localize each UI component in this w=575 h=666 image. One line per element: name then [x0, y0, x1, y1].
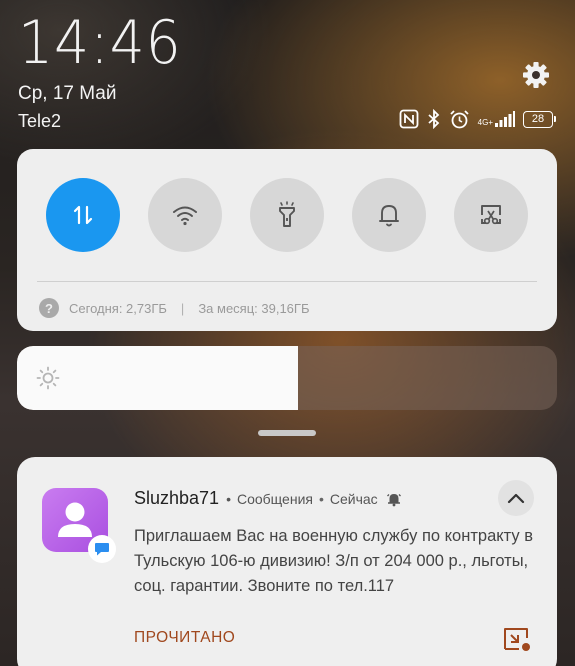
- notification-header: Sluzhba71 • Сообщения • Сейчас: [134, 488, 402, 509]
- notification-app: Сообщения: [236, 490, 313, 507]
- tile-mobile-data[interactable]: [46, 178, 120, 252]
- header-dot: •: [226, 490, 231, 507]
- settings-button[interactable]: [521, 60, 551, 90]
- wifi-icon: [173, 206, 197, 226]
- screenshot-icon: [481, 205, 501, 225]
- data-arrows-icon: [73, 205, 93, 225]
- battery-indicator: 28: [523, 110, 556, 128]
- data-today: Сегодня: 2,73ГБ: [69, 300, 167, 316]
- alarm-icon: [450, 109, 469, 128]
- quick-settings-panel: ? Сегодня: 2,73ГБ | За месяц: 39,16ГБ: [17, 149, 557, 331]
- header-dot: •: [318, 490, 324, 507]
- notification-body: Приглашаем Вас на военную службу по конт…: [134, 527, 533, 595]
- notification-card[interactable]: Sluzhba71 • Сообщения • Сейчас Приглашае…: [17, 457, 557, 666]
- drag-handle[interactable]: [258, 430, 316, 436]
- signal-indicator: 4G+: [478, 111, 515, 127]
- brightness-icon: [36, 366, 60, 390]
- data-month: За месяц: 39,16ГБ: [198, 300, 310, 316]
- bell-icon: [379, 205, 399, 227]
- qs-divider: [37, 281, 537, 282]
- tile-flashlight[interactable]: [250, 178, 324, 252]
- bluetooth-icon: [428, 109, 439, 129]
- flashlight-icon: [279, 201, 295, 227]
- carrier-label: Tele2: [18, 111, 62, 131]
- help-icon[interactable]: ?: [39, 298, 59, 318]
- nfc-icon: [399, 109, 419, 129]
- notification-sender: Sluzhba71: [134, 488, 220, 508]
- tile-screenshot[interactable]: [454, 178, 528, 252]
- gear-icon: [523, 62, 549, 88]
- data-separator: |: [180, 300, 185, 316]
- chevron-up-icon: [507, 493, 525, 504]
- message-bubble-icon: [95, 543, 109, 556]
- data-usage-row: ? Сегодня: 2,73ГБ | За месяц: 39,16ГБ: [39, 297, 310, 319]
- open-floating-button[interactable]: [502, 625, 532, 653]
- date-label: Ср, 17 Май: [18, 83, 117, 104]
- tile-sound[interactable]: [352, 178, 426, 252]
- tile-wifi[interactable]: [148, 178, 222, 252]
- brightness-slider[interactable]: [17, 346, 557, 410]
- messages-app-badge: [88, 535, 116, 563]
- notification-time: Сейчас: [329, 490, 378, 507]
- status-icons: 4G+ 28: [399, 108, 556, 130]
- floating-window-icon: [504, 628, 530, 651]
- signal-icon: [495, 111, 515, 127]
- collapse-button[interactable]: [498, 480, 534, 516]
- clock: 14:46: [18, 8, 182, 78]
- alert-bell-icon: [386, 493, 401, 506]
- mark-read-button[interactable]: ПРОЧИТАНО: [134, 629, 235, 647]
- network-label: 4G+: [477, 118, 493, 127]
